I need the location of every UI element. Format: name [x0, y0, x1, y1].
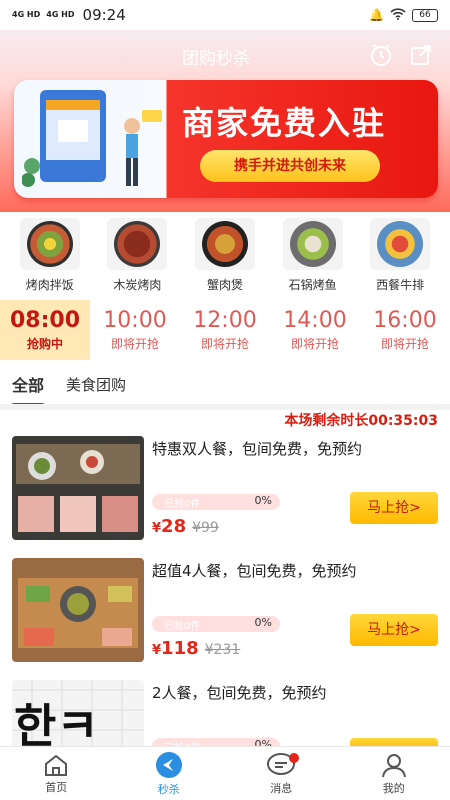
deal-price: 28: [161, 516, 187, 537]
slot-status: 即将开抢: [110, 337, 159, 351]
category-label: 西餐牛排: [376, 278, 425, 292]
profile-icon: [381, 753, 406, 777]
status-bar: 4G HD 4G HD 09:24 🔔 66: [0, 0, 450, 30]
category-image: [194, 218, 255, 270]
clock-icon[interactable]: [368, 42, 394, 68]
time-slot[interactable]: 16:00 即将开抢: [360, 300, 450, 360]
nav-label: 我的: [382, 781, 405, 795]
deal-title: 2人餐，包间免费，免预约: [152, 684, 327, 702]
category-image: [19, 218, 80, 270]
category-label: 石锅烤鱼: [288, 278, 337, 292]
category-row: 烤肉拌饭 木炭烤肉 蟹肉煲 石锅烤鱼 西餐牛排: [0, 218, 450, 298]
original-price: ¥99: [192, 520, 219, 536]
slot-status: 即将开抢: [290, 337, 339, 351]
session-countdown: 本场剩余时长00:35:03: [284, 413, 438, 429]
nav-label: 首页: [45, 780, 68, 794]
price-block: ¥118 ¥231: [152, 638, 240, 659]
slot-status: 即将开抢: [380, 337, 429, 351]
sold-percent: 0%: [254, 616, 272, 629]
buy-now-button[interactable]: 马上抢>: [350, 492, 438, 524]
bell-icon: 🔔: [369, 8, 384, 22]
wifi-icon: [390, 7, 406, 23]
bottom-navigation: 首页 秒杀 消息 我的: [0, 746, 450, 800]
category-item[interactable]: 木炭烤肉: [97, 218, 177, 298]
time-slot[interactable]: 12:00 即将开抢: [180, 300, 270, 360]
nav-home[interactable]: 首页: [0, 747, 113, 800]
top-bar: 团购秒杀: [0, 30, 450, 80]
slot-time: 14:00: [283, 308, 347, 333]
category-label: 木炭烤肉: [113, 278, 162, 292]
deal-title: 超值4人餐，包间免费，免预约: [152, 562, 357, 580]
slot-status: 即将开抢: [200, 337, 249, 351]
nav-label: 秒杀: [157, 782, 180, 796]
price-symbol: ¥: [152, 521, 162, 536]
buy-now-button[interactable]: 马上抢>: [350, 614, 438, 646]
svg-text:한ㅋ: 한ㅋ: [14, 699, 99, 753]
promo-banner[interactable]: 商家免费入驻 携手并进共创未来: [14, 80, 438, 198]
slot-time: 08:00: [9, 308, 81, 333]
filter-tabs: 全部 美食团购: [0, 364, 450, 406]
category-item[interactable]: 蟹肉煲: [185, 218, 265, 298]
network-indicator-1: 4G HD: [12, 10, 41, 19]
sold-count: 已抢0件: [164, 621, 201, 632]
slot-time: 12:00: [193, 308, 257, 333]
category-image: [370, 218, 431, 270]
original-price: ¥231: [204, 642, 241, 658]
slot-time: 10:00: [103, 308, 167, 333]
tab-all[interactable]: 全部: [12, 372, 45, 406]
nav-flash-sale[interactable]: 秒杀: [113, 747, 226, 800]
category-image: [282, 218, 343, 270]
header-banner-area: 团购秒杀 商家免费入驻 携手并进共创未来: [0, 0, 450, 212]
network-indicator-2: 4G HD: [46, 10, 75, 19]
unread-dot: [289, 753, 299, 763]
slot-status: 抢购中: [26, 337, 63, 351]
deal-image: [12, 436, 144, 540]
price-block: ¥28 ¥99: [152, 516, 219, 537]
category-label: 烤肉拌饭: [25, 278, 74, 292]
nav-label: 消息: [270, 781, 293, 795]
battery-indicator: 66: [412, 8, 438, 22]
share-icon[interactable]: [408, 42, 434, 68]
deal-card[interactable]: 超值4人餐，包间免费，免预约 已抢0件 0% ¥118 ¥231 马上抢>: [12, 558, 438, 662]
category-item[interactable]: 西餐牛排: [360, 218, 440, 298]
clock-time: 09:24: [82, 6, 126, 24]
slot-time: 16:00: [373, 308, 437, 333]
nav-profile[interactable]: 我的: [338, 747, 450, 800]
time-slot-bar: 08:00 抢购中 10:00 即将开抢 12:00 即将开抢 14:00 即将…: [0, 300, 450, 360]
sold-percent: 0%: [254, 494, 272, 507]
time-slot[interactable]: 14:00 即将开抢: [270, 300, 360, 360]
time-slot[interactable]: 10:00 即将开抢: [90, 300, 180, 360]
banner-title: 商家免费入驻: [182, 104, 387, 142]
merchant-illustration: [22, 90, 162, 187]
page-title: 团购秒杀: [182, 49, 250, 69]
category-item[interactable]: 烤肉拌饭: [10, 218, 90, 298]
deal-card[interactable]: 特惠双人餐，包间免费，免预约 已抢0件 0% ¥28 ¥99 马上抢>: [12, 436, 438, 540]
nav-messages[interactable]: 消息: [225, 747, 338, 800]
home-icon: [45, 754, 68, 776]
flash-sale-icon: [155, 751, 182, 778]
category-label: 蟹肉煲: [206, 278, 243, 292]
tab-food-group-buy[interactable]: 美食团购: [66, 374, 126, 395]
sold-progress-bar: 已抢0件 0%: [152, 494, 280, 510]
deal-image: [12, 558, 144, 662]
banner-subtitle: 携手并进共创未来: [200, 150, 380, 182]
category-image: [107, 218, 168, 270]
sold-progress-bar: 已抢0件 0%: [152, 616, 280, 632]
deal-price: 118: [161, 638, 199, 659]
price-symbol: ¥: [152, 643, 162, 658]
time-slot[interactable]: 08:00 抢购中: [0, 300, 90, 360]
category-item[interactable]: 石锅烤鱼: [273, 218, 353, 298]
deal-title: 特惠双人餐，包间免费，免预约: [152, 440, 363, 458]
sold-count: 已抢0件: [164, 499, 201, 510]
